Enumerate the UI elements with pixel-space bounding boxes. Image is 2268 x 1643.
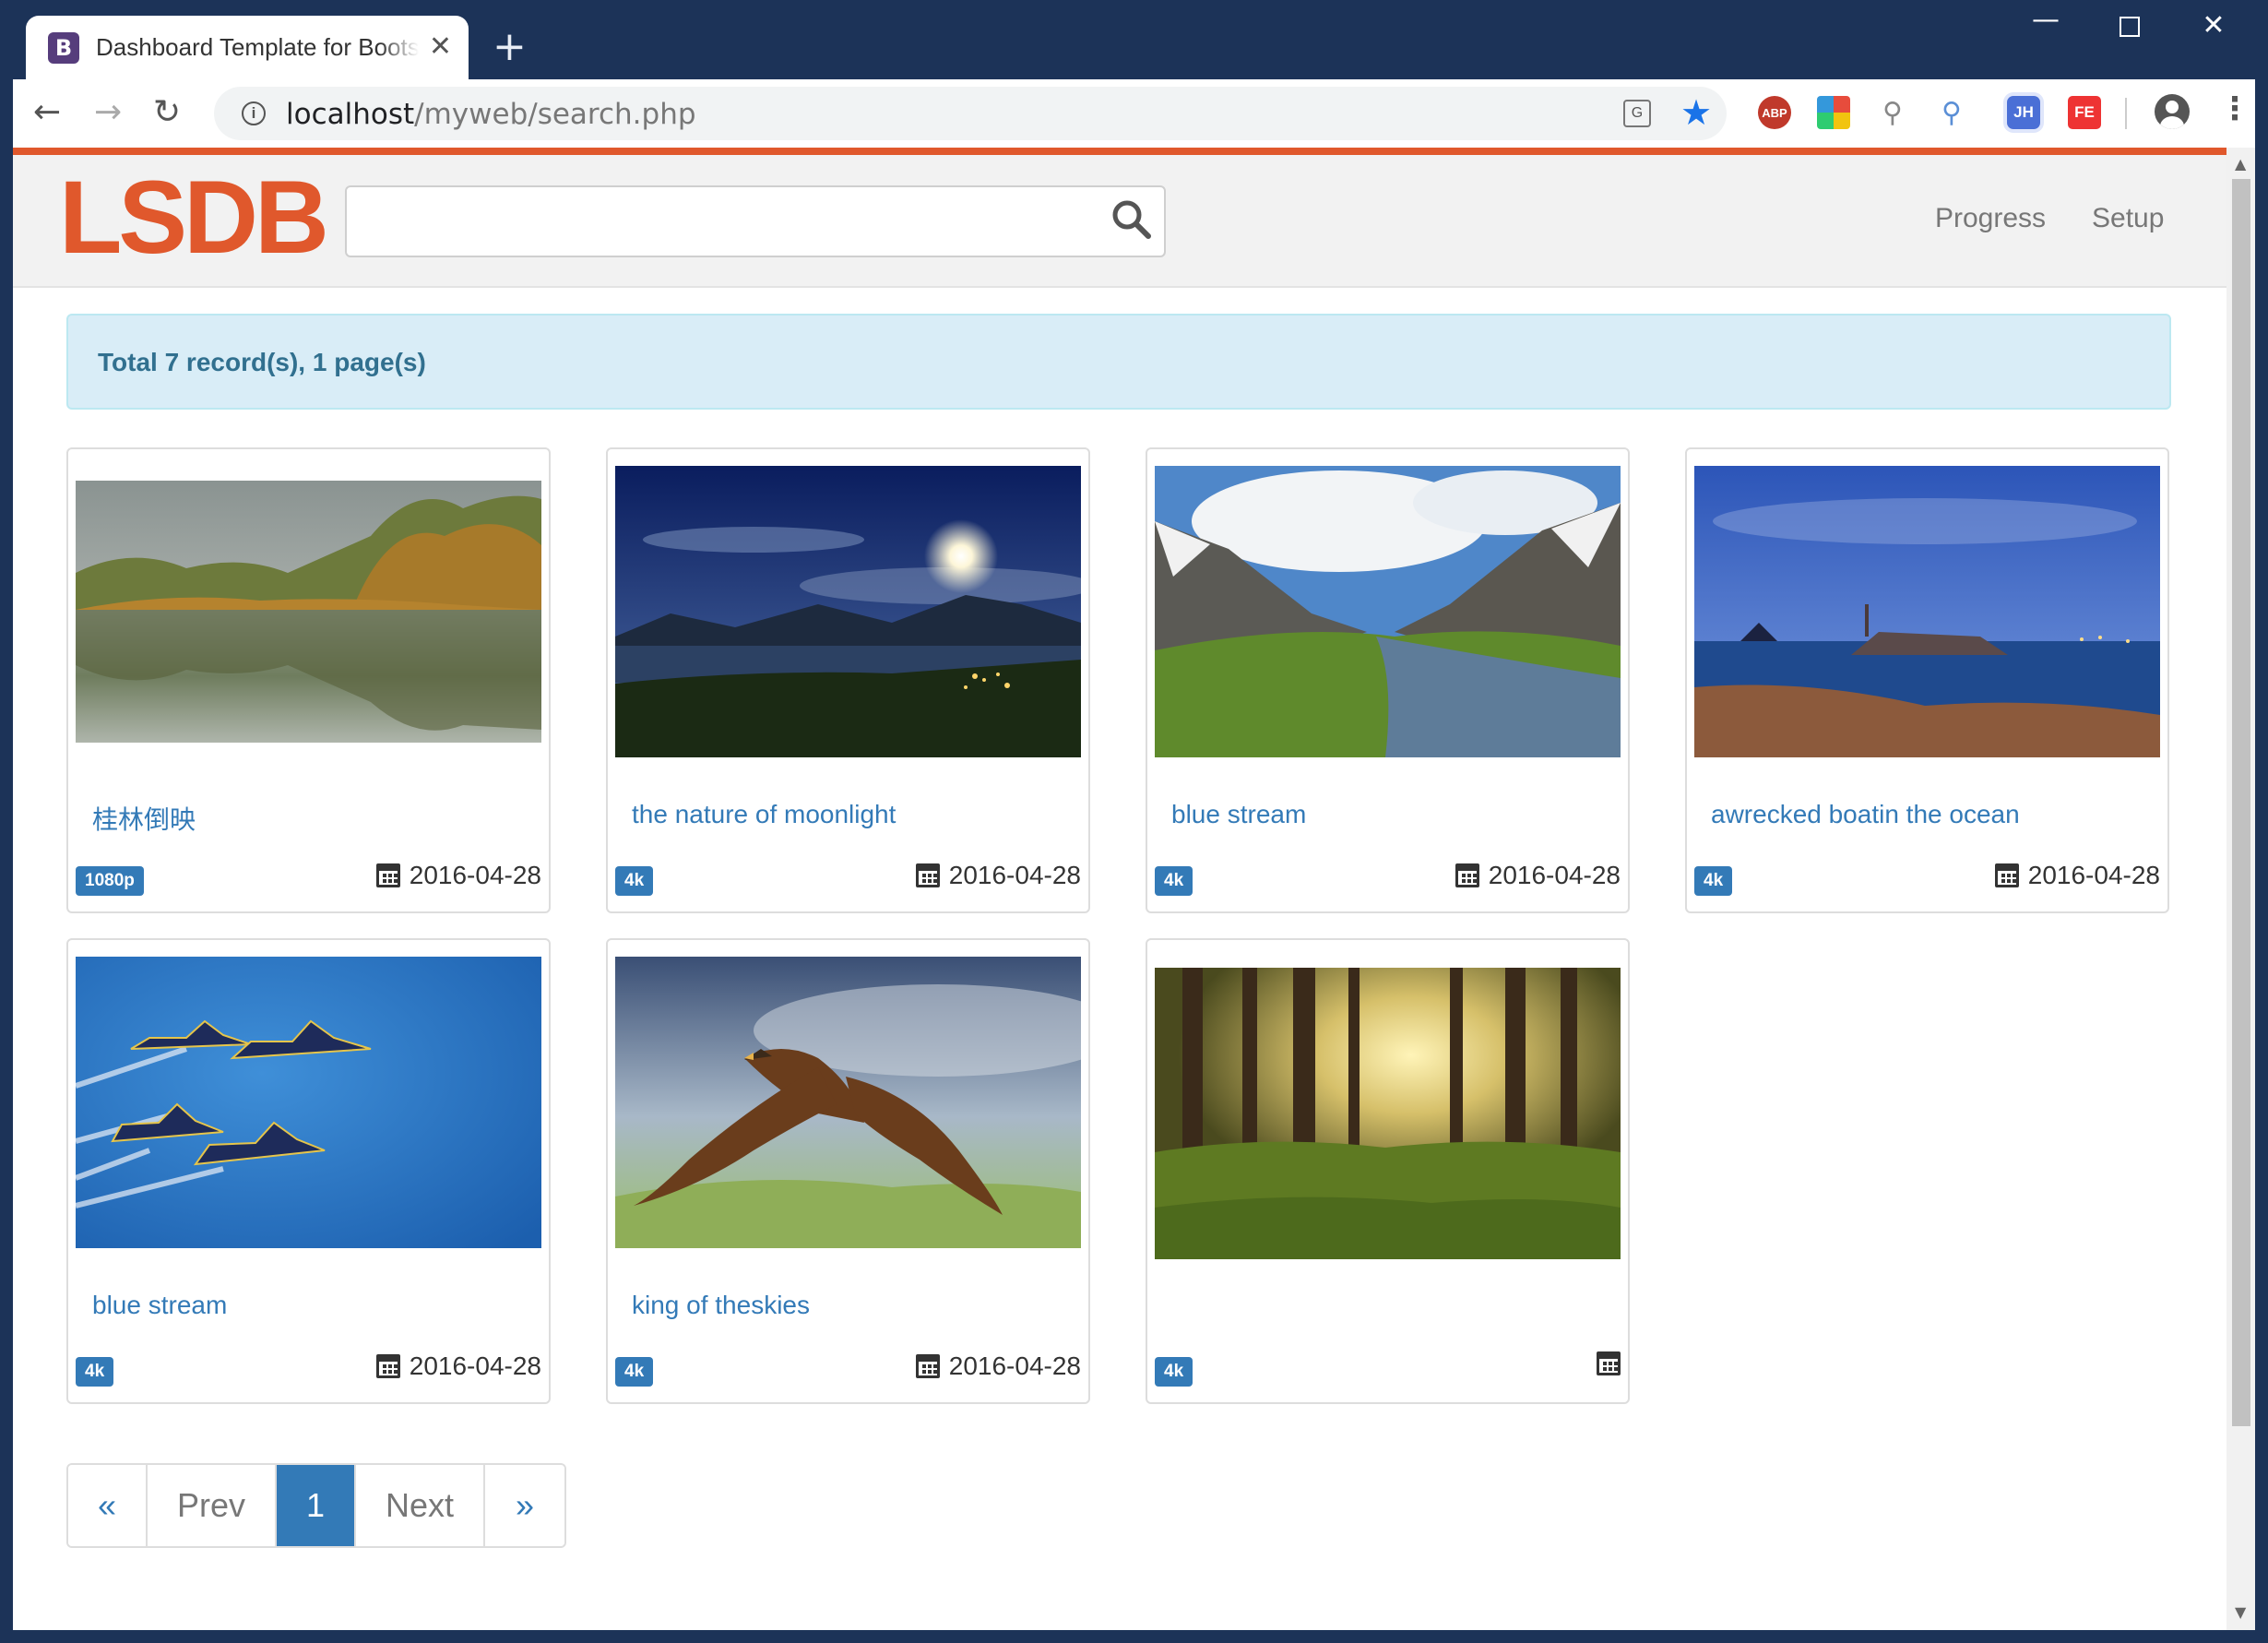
new-tab-icon[interactable]: + bbox=[493, 24, 527, 70]
results-alert: Total 7 record(s), 1 page(s) bbox=[66, 314, 2171, 410]
calendar-icon bbox=[915, 863, 940, 887]
star-icon[interactable]: ★ bbox=[1680, 92, 1712, 133]
toolbar-separator bbox=[2125, 98, 2127, 129]
card-date: 2016-04-28 bbox=[375, 861, 541, 890]
card-date: 2016-04-28 bbox=[915, 861, 1081, 890]
image-card: the nature of moonlight 4k 2016-04-28 bbox=[606, 447, 1090, 913]
reload-icon[interactable]: ↻ bbox=[153, 92, 181, 133]
browser-titlebar: B Dashboard Template for Bootstrap ✕ + —… bbox=[0, 0, 2268, 79]
card-date bbox=[1597, 1351, 1621, 1375]
resolution-badge: 4k bbox=[615, 866, 654, 896]
calendar-icon bbox=[1455, 863, 1479, 887]
eagle-thumbnail[interactable] bbox=[615, 957, 1081, 1248]
search-icon[interactable] bbox=[1109, 196, 1155, 243]
page-viewport: LSDB Progress Setup Total 7 record(s), 1… bbox=[13, 148, 2255, 1630]
jets-thumbnail[interactable] bbox=[76, 957, 541, 1248]
card-title[interactable]: 桂林倒映 bbox=[92, 800, 196, 837]
image-card: blue stream 4k 2016-04-28 bbox=[1146, 447, 1630, 913]
page-scrollbar[interactable]: ▲ ▼ bbox=[2226, 148, 2255, 1630]
resolution-badge: 4k bbox=[615, 1357, 654, 1387]
brand-logo[interactable]: LSDB bbox=[59, 166, 329, 269]
page-next-button[interactable]: Next bbox=[356, 1465, 485, 1546]
image-card: blue stream 4k 2016-04-28 bbox=[66, 938, 551, 1404]
resolution-badge: 4k bbox=[1155, 866, 1193, 896]
resolution-badge: 1080p bbox=[76, 866, 144, 896]
shipwreck-thumbnail[interactable] bbox=[1694, 466, 2160, 757]
search-form bbox=[345, 185, 1166, 257]
calendar-icon bbox=[915, 1354, 940, 1378]
page-prev-button[interactable]: Prev bbox=[148, 1465, 277, 1546]
menu-icon[interactable]: ⋮ bbox=[2219, 90, 2250, 127]
adblock-extension-icon[interactable]: ABP bbox=[1758, 96, 1791, 129]
calendar-icon bbox=[375, 1354, 400, 1378]
browser-toolbar: ← → ↻ i localhost/myweb/search.php G ★ A… bbox=[13, 79, 2255, 148]
resolution-badge: 4k bbox=[1155, 1357, 1193, 1387]
back-arrow-icon[interactable]: ← bbox=[33, 92, 61, 133]
top-accent-bar bbox=[13, 148, 2226, 155]
moonlight-thumbnail[interactable] bbox=[615, 466, 1081, 757]
site-navbar: LSDB Progress Setup bbox=[13, 155, 2226, 288]
page-first-button[interactable]: « bbox=[68, 1465, 148, 1546]
search-extension-icon[interactable]: ⚲ bbox=[1935, 96, 1968, 129]
image-card: 桂林倒映 1080p 2016-04-28 bbox=[66, 447, 551, 913]
url-text[interactable]: localhost/myweb/search.php bbox=[286, 98, 696, 131]
lake-thumbnail[interactable] bbox=[76, 481, 541, 743]
scroll-up-icon[interactable]: ▲ bbox=[2235, 155, 2246, 173]
window-maximize-icon[interactable] bbox=[2102, 9, 2157, 44]
image-card: 4k bbox=[1146, 938, 1630, 1404]
grid-extension-icon[interactable] bbox=[1817, 96, 1850, 129]
bootstrap-favicon-icon: B bbox=[48, 31, 79, 64]
nav-link-progress[interactable]: Progress bbox=[1935, 203, 2046, 234]
fe-extension-icon[interactable]: FE bbox=[2068, 96, 2101, 129]
scroll-thumb[interactable] bbox=[2232, 179, 2250, 1426]
card-date: 2016-04-28 bbox=[1455, 861, 1621, 890]
search-input[interactable] bbox=[356, 195, 1075, 248]
tab-title: Dashboard Template for Bootstrap bbox=[96, 33, 419, 61]
pagination: « Prev 1 Next » bbox=[66, 1463, 566, 1548]
card-title[interactable]: awrecked boatin the ocean bbox=[1711, 800, 2020, 829]
calendar-icon bbox=[375, 863, 400, 887]
tab-close-icon[interactable]: ✕ bbox=[429, 31, 452, 63]
page-last-button[interactable]: » bbox=[485, 1465, 564, 1546]
window-minimize-icon[interactable]: — bbox=[2018, 4, 2073, 36]
card-date: 2016-04-28 bbox=[375, 1351, 541, 1381]
card-title[interactable]: king of theskies bbox=[632, 1291, 810, 1320]
calendar-icon bbox=[1597, 1351, 1621, 1375]
info-icon[interactable]: i bbox=[242, 101, 266, 125]
card-date: 2016-04-28 bbox=[915, 1351, 1081, 1381]
account-icon[interactable] bbox=[2155, 94, 2190, 129]
translate-icon[interactable]: G bbox=[1623, 100, 1651, 127]
resolution-badge: 4k bbox=[1694, 866, 1733, 896]
jh-extension-icon[interactable]: JH bbox=[2007, 96, 2040, 129]
scroll-down-icon[interactable]: ▼ bbox=[2235, 1603, 2246, 1621]
card-title[interactable]: the nature of moonlight bbox=[632, 800, 896, 829]
window-close-icon[interactable]: ✕ bbox=[2186, 9, 2241, 42]
forest-thumbnail[interactable] bbox=[1155, 968, 1621, 1259]
forward-arrow-icon[interactable]: → bbox=[94, 92, 122, 133]
image-card: awrecked boatin the ocean 4k 2016-04-28 bbox=[1685, 447, 2169, 913]
browser-tab[interactable]: B Dashboard Template for Bootstrap ✕ bbox=[26, 16, 469, 79]
results-count: Total 7 record(s), 1 page(s) bbox=[98, 348, 426, 376]
calendar-icon bbox=[1994, 863, 2019, 887]
card-title[interactable]: blue stream bbox=[1171, 800, 1306, 829]
card-title[interactable]: blue stream bbox=[92, 1291, 227, 1320]
stream-thumbnail[interactable] bbox=[1155, 466, 1621, 757]
nav-link-setup[interactable]: Setup bbox=[2092, 203, 2164, 234]
resolution-badge: 4k bbox=[76, 1357, 114, 1387]
page-current-button[interactable]: 1 bbox=[277, 1465, 356, 1546]
image-card: king of theskies 4k 2016-04-28 bbox=[606, 938, 1090, 1404]
card-date: 2016-04-28 bbox=[1994, 861, 2160, 890]
address-bar[interactable]: i localhost/myweb/search.php G ★ bbox=[214, 87, 1727, 140]
lens-extension-icon[interactable]: ⚲ bbox=[1876, 96, 1909, 129]
